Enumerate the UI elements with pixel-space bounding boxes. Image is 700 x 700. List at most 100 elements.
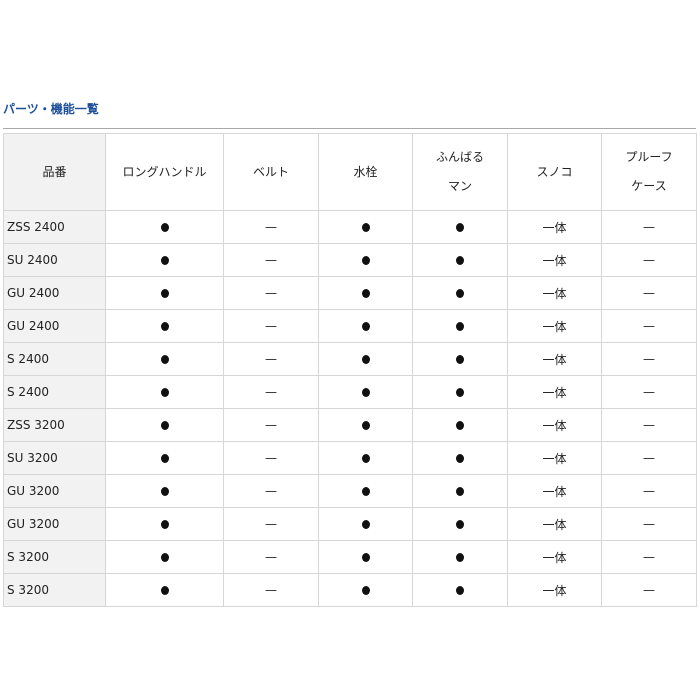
table-row: GU 3200— 一体 — xyxy=(3,507,697,541)
feature-cell-proof-case: — xyxy=(601,507,697,541)
feature-cell-drain-plug xyxy=(318,276,413,310)
included-dot-icon xyxy=(456,256,464,265)
included-dot-icon xyxy=(361,421,370,430)
feature-cell-belt: — xyxy=(223,441,319,475)
feature-cell-belt: — xyxy=(223,540,319,574)
feature-cell-proof-case: — xyxy=(601,243,697,277)
feature-cell-long-handle xyxy=(105,441,224,475)
model-number-cell: S 2400 xyxy=(3,342,106,376)
parts-feature-table: 品番 ロングハンドル ベルト 水栓 ふんばる マン スノコ プルーフ ケース ZSS 2400 —… xyxy=(3,133,697,607)
included-dot-icon xyxy=(456,223,464,232)
included-dot-icon xyxy=(160,256,169,265)
included-dot-icon xyxy=(160,454,169,463)
feature-cell-drain-plug xyxy=(318,540,413,574)
feature-cell-funbaruman xyxy=(412,573,508,607)
table-body: ZSS 2400— 一体 — SU 2400— 一体 — GU 2400— 一体 — GU 240… xyxy=(3,210,697,607)
feature-cell-long-handle xyxy=(105,243,224,277)
included-dot-icon xyxy=(160,322,169,331)
included-dot-icon xyxy=(160,487,169,496)
model-number-cell: GU 2400 xyxy=(3,309,106,343)
model-number-cell: GU 3200 xyxy=(3,474,106,508)
included-dot-icon xyxy=(361,388,370,397)
feature-cell-drain-plug xyxy=(318,210,413,244)
column-header-label: ベルト xyxy=(252,164,289,179)
model-number-cell: S 2400 xyxy=(3,375,106,409)
column-header-label: 品番 xyxy=(42,164,67,179)
included-dot-icon xyxy=(160,553,169,562)
feature-cell-belt: — xyxy=(223,243,319,277)
column-header-model: 品番 xyxy=(3,133,106,211)
feature-cell-drain-plug xyxy=(318,309,413,343)
feature-cell-belt: — xyxy=(223,573,319,607)
feature-cell-belt: — xyxy=(223,408,319,442)
feature-cell-drain-plug xyxy=(318,474,413,508)
feature-cell-sunoko: 一体 xyxy=(507,375,602,409)
included-dot-icon xyxy=(361,223,370,232)
included-dot-icon xyxy=(456,388,464,397)
feature-cell-drain-plug xyxy=(318,342,413,376)
column-header-long-handle: ロングハンドル xyxy=(105,133,224,211)
feature-cell-long-handle xyxy=(105,540,224,574)
table-row: S 2400— 一体 — xyxy=(3,375,697,409)
table-header-row: 品番 ロングハンドル ベルト 水栓 ふんばる マン スノコ プルーフ ケース xyxy=(3,133,697,211)
included-dot-icon xyxy=(361,256,370,265)
feature-cell-proof-case: — xyxy=(601,441,697,475)
feature-cell-proof-case: — xyxy=(601,474,697,508)
feature-cell-long-handle xyxy=(105,507,224,541)
column-header-label: 水栓 xyxy=(353,164,378,179)
column-header-sunoko: スノコ xyxy=(507,133,602,211)
table-row: ZSS 2400— 一体 — xyxy=(3,210,697,244)
included-dot-icon xyxy=(160,223,169,232)
model-number-cell: ZSS 2400 xyxy=(3,210,106,244)
included-dot-icon xyxy=(361,322,370,331)
feature-cell-funbaruman xyxy=(412,507,508,541)
feature-cell-funbaruman xyxy=(412,474,508,508)
feature-cell-proof-case: — xyxy=(601,276,697,310)
included-dot-icon xyxy=(456,487,464,496)
feature-cell-drain-plug xyxy=(318,441,413,475)
feature-cell-proof-case: — xyxy=(601,375,697,409)
feature-cell-funbaruman xyxy=(412,540,508,574)
model-number-cell: GU 2400 xyxy=(3,276,106,310)
included-dot-icon xyxy=(456,421,464,430)
table-row: GU 2400— 一体 — xyxy=(3,309,697,343)
included-dot-icon xyxy=(361,586,370,595)
table-row: GU 3200— 一体 — xyxy=(3,474,697,508)
column-header-label: マン xyxy=(447,179,472,193)
feature-cell-belt: — xyxy=(223,375,319,409)
feature-cell-funbaruman xyxy=(412,408,508,442)
feature-cell-funbaruman xyxy=(412,441,508,475)
included-dot-icon xyxy=(456,454,464,463)
feature-cell-proof-case: — xyxy=(601,573,697,607)
feature-cell-proof-case: — xyxy=(601,342,697,376)
feature-cell-long-handle xyxy=(105,210,224,244)
feature-cell-belt: — xyxy=(223,474,319,508)
feature-cell-sunoko: 一体 xyxy=(507,243,602,277)
included-dot-icon xyxy=(456,355,464,364)
model-number-cell: GU 3200 xyxy=(3,507,106,541)
feature-cell-funbaruman xyxy=(412,276,508,310)
model-number-cell: ZSS 3200 xyxy=(3,408,106,442)
model-number-cell: SU 3200 xyxy=(3,441,106,475)
feature-cell-sunoko: 一体 xyxy=(507,342,602,376)
column-header-label: ケース xyxy=(631,179,667,193)
feature-cell-belt: — xyxy=(223,507,319,541)
title-divider xyxy=(3,128,696,129)
feature-cell-sunoko: 一体 xyxy=(507,474,602,508)
feature-cell-drain-plug xyxy=(318,573,413,607)
feature-cell-belt: — xyxy=(223,342,319,376)
model-number-cell: S 3200 xyxy=(3,573,106,607)
feature-cell-belt: — xyxy=(223,309,319,343)
included-dot-icon xyxy=(456,586,464,595)
included-dot-icon xyxy=(160,421,169,430)
column-header-label: ロングハンドル xyxy=(122,164,207,179)
feature-cell-proof-case: — xyxy=(601,210,697,244)
included-dot-icon xyxy=(456,520,464,529)
included-dot-icon xyxy=(456,322,464,331)
column-header-label: プルーフ xyxy=(625,150,673,164)
included-dot-icon xyxy=(361,553,370,562)
included-dot-icon xyxy=(361,355,370,364)
feature-cell-long-handle xyxy=(105,276,224,310)
feature-cell-funbaruman xyxy=(412,210,508,244)
feature-cell-sunoko: 一体 xyxy=(507,408,602,442)
